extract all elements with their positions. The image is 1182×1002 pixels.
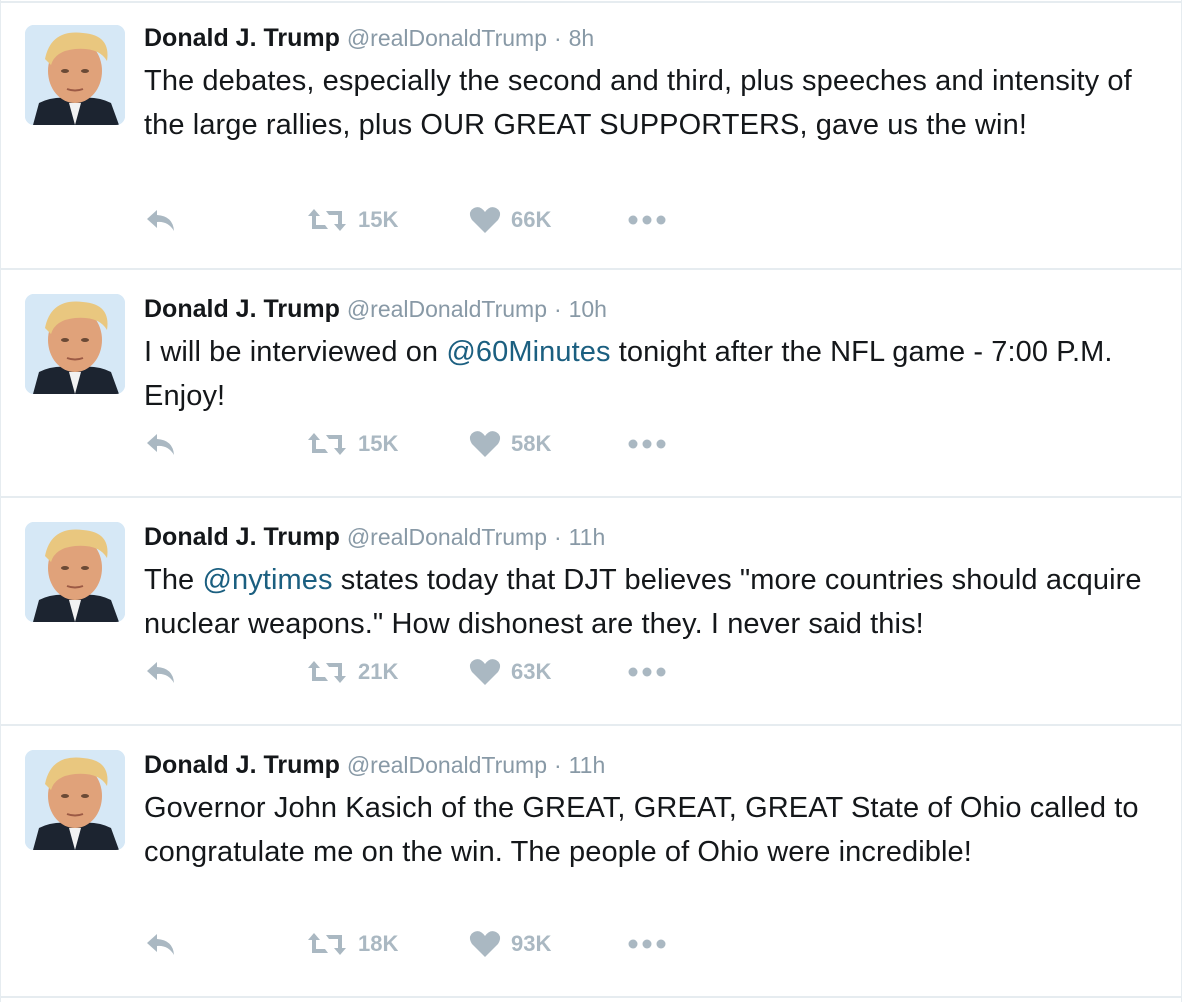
retweet-icon [306, 431, 348, 457]
reply-icon [144, 431, 178, 457]
retweet-count: 21K [358, 659, 399, 684]
tweet[interactable]: Donald J. Trump @realDonaldTrump · 11h T… [1, 498, 1181, 726]
tweet-text: The debates, especially the second and t… [144, 65, 1132, 141]
tweet-timestamp[interactable]: 8h [569, 25, 595, 51]
more-icon [627, 214, 667, 226]
retweet-count: 18K [358, 931, 399, 956]
reply-button[interactable] [144, 927, 178, 961]
heart-icon [469, 430, 501, 458]
tweet-actions: 21K 63K [144, 655, 704, 689]
avatar[interactable] [25, 750, 125, 850]
text-segment: I will be interviewed on [144, 336, 447, 368]
more-icon [627, 666, 667, 678]
heart-icon [469, 658, 501, 686]
mention-link[interactable]: @60Minutes [446, 336, 610, 368]
like-button[interactable]: 93K [469, 927, 551, 961]
retweet-count: 15K [358, 207, 399, 232]
more-button[interactable] [627, 203, 667, 237]
separator-dot: · [553, 752, 562, 778]
retweet-icon [306, 931, 348, 957]
tweet-header: Donald J. Trump @realDonaldTrump · 8h [144, 21, 1161, 55]
reply-icon [144, 931, 178, 957]
retweet-button[interactable]: 15K [306, 203, 398, 237]
author-handle[interactable]: @realDonaldTrump [347, 524, 547, 550]
tweet-text: I will be interviewed on @60Minutes toni… [144, 330, 1161, 418]
heart-icon [469, 930, 501, 958]
separator-dot: · [553, 524, 562, 550]
retweet-count: 15K [358, 431, 399, 456]
reply-icon [144, 207, 178, 233]
separator-dot: · [553, 296, 562, 322]
like-count: 66K [511, 207, 552, 232]
reply-button[interactable] [144, 203, 178, 237]
retweet-button[interactable]: 15K [306, 427, 398, 461]
tweet-timestamp[interactable]: 11h [569, 752, 606, 778]
heart-icon [469, 206, 501, 234]
author-name[interactable]: Donald J. Trump [144, 523, 340, 551]
like-button[interactable]: 66K [469, 203, 551, 237]
author-name[interactable]: Donald J. Trump [144, 751, 340, 779]
more-button[interactable] [627, 927, 667, 961]
reply-button[interactable] [144, 655, 178, 689]
more-icon [627, 938, 667, 950]
tweet[interactable]: Donald J. Trump @realDonaldTrump · 10h I… [1, 270, 1181, 498]
tweet-text: The @nytimes states today that DJT belie… [144, 558, 1161, 646]
author-name[interactable]: Donald J. Trump [144, 295, 340, 323]
retweet-button[interactable]: 18K [306, 927, 398, 961]
tweet-actions: 15K 58K [144, 427, 704, 461]
separator-dot: · [553, 25, 562, 51]
like-button[interactable]: 58K [469, 427, 551, 461]
tweet-timestamp[interactable]: 10h [569, 296, 607, 322]
author-handle[interactable]: @realDonaldTrump [347, 25, 547, 51]
tweet[interactable]: Donald J. Trump @realDonaldTrump · 8h Th… [1, 3, 1181, 270]
reply-button[interactable] [144, 427, 178, 461]
mention-link[interactable]: @nytimes [202, 564, 332, 596]
like-count: 93K [511, 931, 552, 956]
author-name[interactable]: Donald J. Trump [144, 24, 340, 52]
author-handle[interactable]: @realDonaldTrump [347, 296, 547, 322]
retweet-icon [306, 659, 348, 685]
tweet-actions: 18K 93K [144, 927, 704, 961]
more-button[interactable] [627, 655, 667, 689]
tweet-header: Donald J. Trump @realDonaldTrump · 11h [144, 748, 1161, 782]
more-icon [627, 438, 667, 450]
tweet-timeline: Donald J. Trump @realDonaldTrump · 8h Th… [0, 0, 1182, 1002]
tweet-timestamp[interactable]: 11h [569, 524, 606, 550]
tweet-header: Donald J. Trump @realDonaldTrump · 10h [144, 292, 1161, 326]
like-count: 63K [511, 659, 552, 684]
like-count: 58K [511, 431, 552, 456]
avatar[interactable] [25, 294, 125, 394]
more-button[interactable] [627, 427, 667, 461]
avatar[interactable] [25, 25, 125, 125]
text-segment: The [144, 564, 203, 596]
reply-icon [144, 659, 178, 685]
tweet-text: Governor John Kasich of the GREAT, GREAT… [144, 792, 1139, 868]
retweet-icon [306, 207, 348, 233]
tweet[interactable]: Donald J. Trump @realDonaldTrump · 11h G… [1, 726, 1181, 998]
avatar[interactable] [25, 522, 125, 622]
retweet-button[interactable]: 21K [306, 655, 398, 689]
author-handle[interactable]: @realDonaldTrump [347, 752, 547, 778]
tweet-header: Donald J. Trump @realDonaldTrump · 11h [144, 520, 1161, 554]
like-button[interactable]: 63K [469, 655, 551, 689]
tweet-actions: 15K 66K [144, 203, 704, 237]
